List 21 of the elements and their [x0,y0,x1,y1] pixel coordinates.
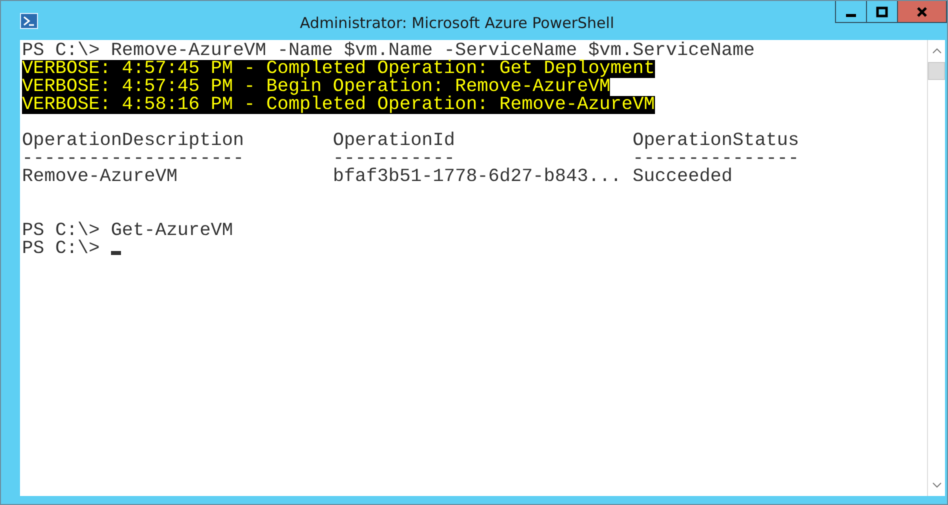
close-button[interactable] [897,1,947,23]
scroll-thumb[interactable] [928,62,945,80]
output-line: Remove-AzureVM bfaf3b51-1778-6d27-b843... Succeeded [22,168,733,186]
verbose-message: VERBOSE: 4:57:45 PM - Completed Operation: Get Deployment [22,60,655,78]
prompt-line: PS C:\> [22,240,101,258]
verbose-message: VERBOSE: 4:58:16 PM - Completed Operation: Remove-AzureVM [22,96,655,114]
output-line: -------------------- ----------- --------------- [22,150,800,168]
maximize-icon [875,6,889,18]
window-title: Administrator: Microsoft Azure PowerShell [298,14,616,32]
minimize-button[interactable] [835,1,867,23]
command-line: PS C:\> Remove-AzureVM -Name $vm.Name -ServiceName $vm.ServiceName [22,42,755,60]
minimize-icon [846,14,856,17]
close-icon [915,6,929,18]
command-line: PS C:\> Get-AzureVM [22,222,233,240]
text-cursor [110,251,121,255]
scroll-up-icon[interactable] [932,48,942,54]
verbose-message: VERBOSE: 4:57:45 PM - Begin Operation: Remove-AzureVM [22,78,610,96]
powershell-icon [20,13,38,29]
vertical-scrollbar[interactable] [927,40,945,496]
scroll-down-icon[interactable] [932,482,942,488]
output-line: OperationDescription OperationId OperationStatus [22,132,800,150]
